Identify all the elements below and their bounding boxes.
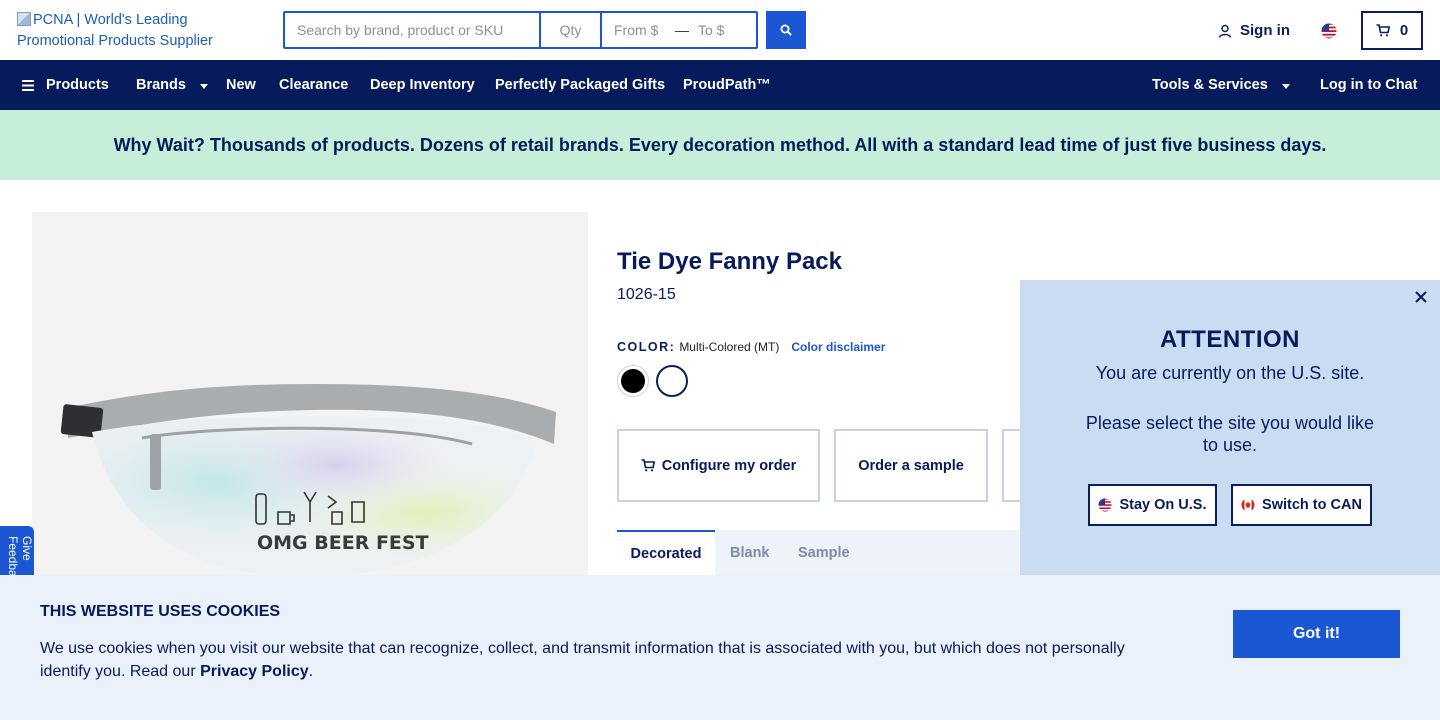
swatch-black[interactable] [617, 365, 649, 397]
nav-packaged-gifts-label: Perfectly Packaged Gifts [495, 77, 666, 93]
close-icon[interactable] [1413, 289, 1429, 305]
promo-text: Why Wait? Thousands of products. Dozens … [113, 134, 1327, 155]
stay-us-label: Stay On U.S. [1119, 497, 1207, 513]
sign-in-label: Sign in [1240, 22, 1290, 39]
color-disclaimer-link[interactable]: Color disclaimer [791, 340, 885, 354]
nav-deep-inventory[interactable]: Deep Inventory [370, 60, 475, 110]
nav-products-label: Products [46, 77, 109, 93]
price-from-input[interactable] [602, 13, 672, 47]
switch-canada-button[interactable]: Switch to CAN [1231, 484, 1372, 526]
dialog-select-site-text: Please select the site you would like to… [1085, 413, 1375, 455]
cookie-banner: THIS WEBSITE USES COOKIES We use cookies… [0, 575, 1440, 720]
chevron-down-icon [199, 83, 208, 89]
product-image[interactable]: OMG BEER FEST [32, 212, 588, 592]
nav-proudpath-label: ProudPath™ [683, 77, 771, 93]
product-sku: 1026-15 [617, 286, 676, 303]
imprint-text: OMG BEER FEST [257, 532, 429, 554]
nav-brands[interactable]: Brands [136, 60, 208, 110]
tab-decorated[interactable]: Decorated [617, 530, 715, 576]
price-range-separator: — [675, 22, 689, 38]
accept-cookies-button[interactable]: Got it! [1233, 610, 1400, 658]
cookie-title: THIS WEBSITE USES COOKIES [40, 603, 281, 620]
cart-icon [641, 459, 655, 472]
us-flag-icon [1098, 498, 1113, 512]
switch-can-label: Switch to CAN [1262, 497, 1362, 513]
nav-tools-label: Tools & Services [1152, 77, 1268, 93]
region-select-dialog: ATTENTION You are currently on the U.S. … [1020, 280, 1440, 576]
canada-flag-icon [1241, 498, 1255, 512]
price-to-input[interactable] [692, 13, 752, 47]
nav-new[interactable]: New [226, 60, 256, 110]
site-logo[interactable]: PCNA | World's Leading Promotional Produ… [17, 10, 267, 52]
nav-chat-label: Log in to Chat [1320, 77, 1418, 93]
hamburger-icon [22, 79, 34, 91]
configure-order-label: Configure my order [661, 457, 797, 474]
product-title: Tie Dye Fanny Pack [617, 248, 842, 275]
search-bar: — [283, 11, 758, 49]
promo-banner: Why Wait? Thousands of products. Dozens … [0, 110, 1440, 180]
search-button[interactable] [766, 11, 806, 49]
dialog-title: ATTENTION [1159, 326, 1301, 353]
logo-alt-text: PCNA | World's Leading Promotional Produ… [17, 12, 213, 49]
fanny-pack-illustration: OMG BEER FEST [60, 384, 556, 578]
order-sample-button[interactable]: Order a sample [834, 429, 988, 502]
accept-cookies-label: Got it! [1292, 625, 1341, 642]
nav-login-chat[interactable]: Log in to Chat [1320, 60, 1417, 110]
tab-decorated-label: Decorated [630, 546, 702, 562]
cart-count: 0 [1399, 22, 1409, 39]
tab-blank-label: Blank [730, 545, 770, 561]
chevron-down-icon [1281, 83, 1290, 89]
nav-tools-services[interactable]: Tools & Services [1152, 60, 1290, 110]
color-value: Multi-Colored (MT) [679, 340, 780, 354]
sign-in-link[interactable]: Sign in [1218, 22, 1290, 39]
order-sample-label: Order a sample [858, 457, 964, 474]
main-navigation: Products Brands New Clearance Deep Inven… [0, 60, 1440, 110]
search-input[interactable] [285, 13, 541, 47]
stay-us-button[interactable]: Stay On U.S. [1088, 484, 1217, 526]
tab-sample[interactable]: Sample [798, 530, 850, 576]
cookie-text-end: . [308, 663, 314, 680]
us-flag-icon[interactable] [1321, 23, 1337, 39]
tab-sample-label: Sample [798, 545, 850, 561]
nav-clearance[interactable]: Clearance [279, 60, 348, 110]
nav-packaged-gifts[interactable]: Perfectly Packaged Gifts [495, 60, 665, 110]
site-header: PCNA | World's Leading Promotional Produ… [0, 0, 1440, 60]
dialog-current-site-text: You are currently on the U.S. site. [1095, 363, 1365, 383]
nav-deep-inventory-label: Deep Inventory [370, 77, 475, 93]
color-selector-label: COLOR: Multi-Colored (MT) Color disclaim… [617, 340, 885, 354]
broken-image-icon [17, 12, 31, 26]
nav-clearance-label: Clearance [279, 77, 349, 93]
cart-button[interactable]: 0 [1361, 11, 1423, 50]
quantity-input[interactable] [541, 13, 602, 47]
nav-brands-label: Brands [136, 77, 186, 93]
swatch-multi-colored[interactable] [656, 365, 688, 397]
search-icon [780, 24, 792, 36]
cookie-text: We use cookies when you visit our websit… [40, 637, 1160, 683]
nav-products[interactable]: Products [22, 60, 109, 110]
color-label: COLOR: [617, 340, 676, 354]
cart-icon [1376, 24, 1390, 37]
user-icon [1218, 24, 1232, 38]
configure-order-button[interactable]: Configure my order [617, 429, 820, 502]
tab-blank[interactable]: Blank [730, 530, 770, 576]
nav-new-label: New [226, 77, 256, 93]
nav-proudpath[interactable]: ProudPath™ [683, 60, 771, 110]
privacy-policy-link[interactable]: Privacy Policy [200, 663, 309, 680]
